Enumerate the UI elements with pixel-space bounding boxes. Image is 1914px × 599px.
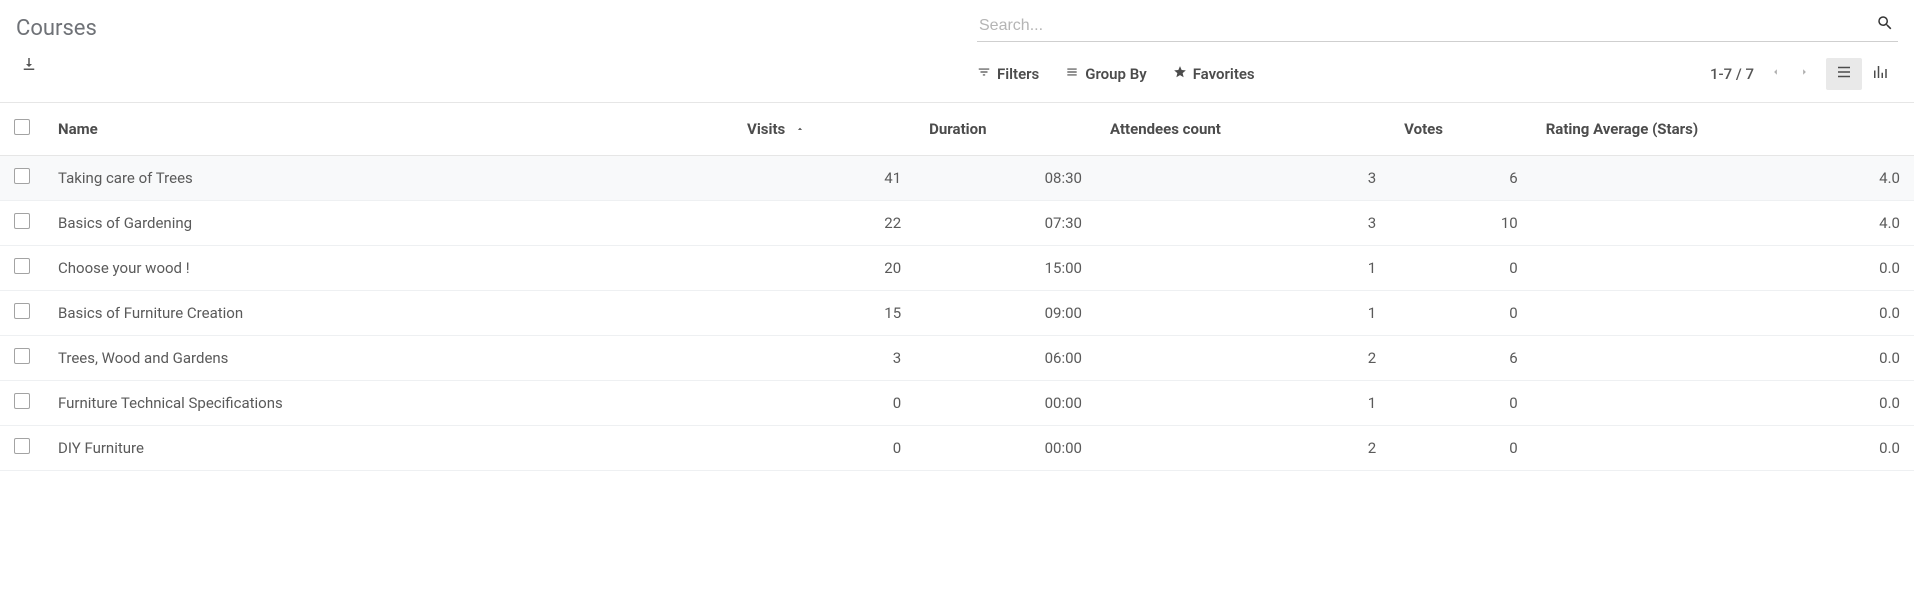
col-header-duration[interactable]: Duration [915, 103, 1096, 156]
cell-rating: 4.0 [1532, 156, 1914, 201]
cell-attendees: 2 [1096, 426, 1390, 471]
cell-duration: 07:30 [915, 201, 1096, 246]
view-list-button[interactable] [1826, 58, 1862, 90]
table-row[interactable]: Furniture Technical Specifications000:00… [0, 381, 1914, 426]
cell-visits: 15 [733, 291, 915, 336]
cell-name: Basics of Gardening [44, 201, 733, 246]
cell-votes: 6 [1390, 336, 1532, 381]
col-header-attendees[interactable]: Attendees count [1096, 103, 1390, 156]
cell-rating: 0.0 [1532, 426, 1914, 471]
pager-prev[interactable] [1770, 63, 1781, 85]
table-row[interactable]: Trees, Wood and Gardens306:00260.0 [0, 336, 1914, 381]
row-checkbox[interactable] [14, 168, 30, 184]
cell-duration: 08:30 [915, 156, 1096, 201]
cell-votes: 10 [1390, 201, 1532, 246]
cell-attendees: 3 [1096, 201, 1390, 246]
table-row[interactable]: DIY Furniture000:00200.0 [0, 426, 1914, 471]
cell-votes: 0 [1390, 291, 1532, 336]
cell-rating: 0.0 [1532, 336, 1914, 381]
cell-rating: 0.0 [1532, 246, 1914, 291]
pager-text[interactable]: 1-7 / 7 [1710, 65, 1754, 83]
courses-table: Name Visits Duration Attendees count Vot… [0, 103, 1914, 471]
col-header-visits[interactable]: Visits [733, 103, 915, 156]
cell-name: Basics of Furniture Creation [44, 291, 733, 336]
cell-visits: 3 [733, 336, 915, 381]
row-checkbox[interactable] [14, 393, 30, 409]
row-checkbox[interactable] [14, 348, 30, 364]
col-header-name[interactable]: Name [44, 103, 733, 156]
sort-asc-icon [795, 120, 805, 138]
chart-icon [1871, 63, 1889, 85]
cell-votes: 6 [1390, 156, 1532, 201]
cell-rating: 4.0 [1532, 201, 1914, 246]
row-checkbox[interactable] [14, 303, 30, 319]
cell-votes: 0 [1390, 246, 1532, 291]
groupby-label: Group By [1085, 65, 1146, 83]
favorites-label: Favorites [1193, 65, 1255, 83]
filters-button[interactable]: Filters [977, 65, 1039, 83]
cell-rating: 0.0 [1532, 291, 1914, 336]
cell-attendees: 3 [1096, 156, 1390, 201]
cell-duration: 15:00 [915, 246, 1096, 291]
filters-label: Filters [997, 65, 1039, 83]
cell-name: Furniture Technical Specifications [44, 381, 733, 426]
page-title: Courses [16, 16, 957, 41]
cell-visits: 0 [733, 381, 915, 426]
search-bar[interactable] [977, 10, 1898, 42]
search-input[interactable] [977, 16, 1872, 36]
list-view-icon [1835, 63, 1853, 85]
cell-attendees: 2 [1096, 336, 1390, 381]
pager-next[interactable] [1799, 63, 1810, 85]
cell-duration: 09:00 [915, 291, 1096, 336]
col-header-rating[interactable]: Rating Average (Stars) [1532, 103, 1914, 156]
cell-attendees: 1 [1096, 246, 1390, 291]
cell-duration: 00:00 [915, 426, 1096, 471]
row-checkbox[interactable] [14, 438, 30, 454]
cell-votes: 0 [1390, 381, 1532, 426]
view-graph-button[interactable] [1862, 58, 1898, 90]
cell-attendees: 1 [1096, 291, 1390, 336]
favorites-button[interactable]: Favorites [1173, 65, 1255, 83]
list-icon [1065, 65, 1079, 83]
cell-visits: 20 [733, 246, 915, 291]
table-row[interactable]: Choose your wood !2015:00100.0 [0, 246, 1914, 291]
table-row[interactable]: Taking care of Trees4108:30364.0 [0, 156, 1914, 201]
cell-duration: 00:00 [915, 381, 1096, 426]
cell-visits: 41 [733, 156, 915, 201]
row-checkbox[interactable] [14, 258, 30, 274]
table-row[interactable]: Basics of Furniture Creation1509:00100.0 [0, 291, 1914, 336]
cell-visits: 0 [733, 426, 915, 471]
cell-duration: 06:00 [915, 336, 1096, 381]
cell-name: Taking care of Trees [44, 156, 733, 201]
funnel-icon [977, 65, 991, 83]
download-icon[interactable] [20, 55, 38, 78]
search-icon[interactable] [1872, 14, 1898, 37]
cell-attendees: 1 [1096, 381, 1390, 426]
cell-votes: 0 [1390, 426, 1532, 471]
row-checkbox[interactable] [14, 213, 30, 229]
cell-name: Choose your wood ! [44, 246, 733, 291]
table-row[interactable]: Basics of Gardening2207:303104.0 [0, 201, 1914, 246]
cell-name: DIY Furniture [44, 426, 733, 471]
star-icon [1173, 65, 1187, 83]
cell-rating: 0.0 [1532, 381, 1914, 426]
cell-name: Trees, Wood and Gardens [44, 336, 733, 381]
select-all-checkbox[interactable] [14, 119, 30, 135]
cell-visits: 22 [733, 201, 915, 246]
col-header-votes[interactable]: Votes [1390, 103, 1532, 156]
groupby-button[interactable]: Group By [1065, 65, 1146, 83]
